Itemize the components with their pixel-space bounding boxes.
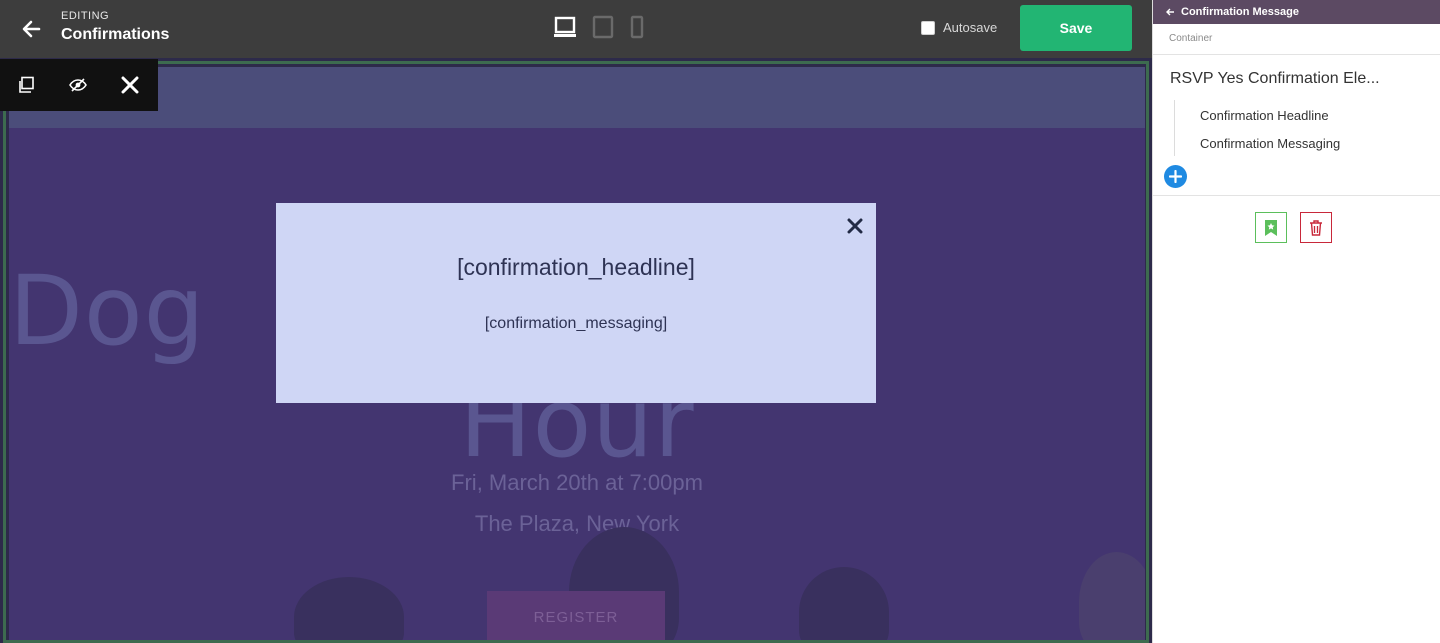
divider (1153, 195, 1440, 196)
duplicate-button[interactable] (0, 59, 52, 111)
autosave-toggle[interactable]: Autosave (921, 20, 997, 35)
copy-icon (19, 76, 34, 93)
save-button[interactable]: Save (1020, 5, 1132, 51)
arrow-left-icon (22, 20, 41, 38)
save-element-button[interactable] (1255, 212, 1287, 243)
editing-label: EDITING (61, 10, 110, 22)
plus-icon (1169, 170, 1182, 183)
panel-header-title: Confirmation Message (1181, 6, 1299, 18)
close-icon (847, 218, 863, 234)
eye-slash-icon (69, 78, 87, 92)
page-title: Confirmations (61, 26, 170, 43)
panel-header: Confirmation Message (1153, 0, 1440, 24)
mobile-icon (630, 15, 644, 39)
properties-panel: Confirmation Message Container RSVP Yes … (1152, 0, 1440, 643)
confirmation-messaging[interactable]: [confirmation_messaging] (276, 315, 876, 333)
bookmark-star-icon (1265, 219, 1277, 236)
close-element-button[interactable] (104, 59, 156, 111)
desktop-view-button[interactable] (553, 15, 577, 39)
visibility-toggle-button[interactable] (52, 59, 104, 111)
element-title: RSVP Yes Confirmation Ele... (1170, 70, 1380, 87)
confirmation-headline[interactable]: [confirmation_headline] (276, 254, 876, 281)
panel-subtitle: Container (1169, 33, 1213, 44)
tree-item-confirmation-messaging[interactable]: Confirmation Messaging (1200, 136, 1340, 151)
tablet-view-button[interactable] (591, 15, 615, 39)
device-switcher (553, 15, 645, 39)
panel-back-button[interactable] (1159, 0, 1181, 24)
tablet-icon (592, 15, 614, 39)
trash-icon (1310, 219, 1322, 236)
element-toolbar (0, 59, 158, 111)
close-icon (121, 76, 139, 94)
arrow-left-icon (1166, 8, 1174, 16)
add-element-button[interactable] (1164, 165, 1187, 188)
confirmation-modal[interactable]: [confirmation_headline] [confirmation_me… (276, 203, 876, 403)
editor-topbar: EDITING Confirmations Autosave Save (0, 0, 1152, 58)
autosave-label: Autosave (943, 20, 998, 35)
tree-item-confirmation-headline[interactable]: Confirmation Headline (1200, 108, 1329, 123)
modal-close-button[interactable] (844, 215, 866, 237)
desktop-icon (554, 16, 576, 37)
divider (1153, 54, 1440, 55)
mobile-view-button[interactable] (629, 15, 645, 39)
autosave-checkbox[interactable] (921, 20, 935, 35)
tree-line (1174, 100, 1175, 156)
back-button[interactable] (16, 14, 46, 44)
delete-element-button[interactable] (1300, 212, 1332, 243)
